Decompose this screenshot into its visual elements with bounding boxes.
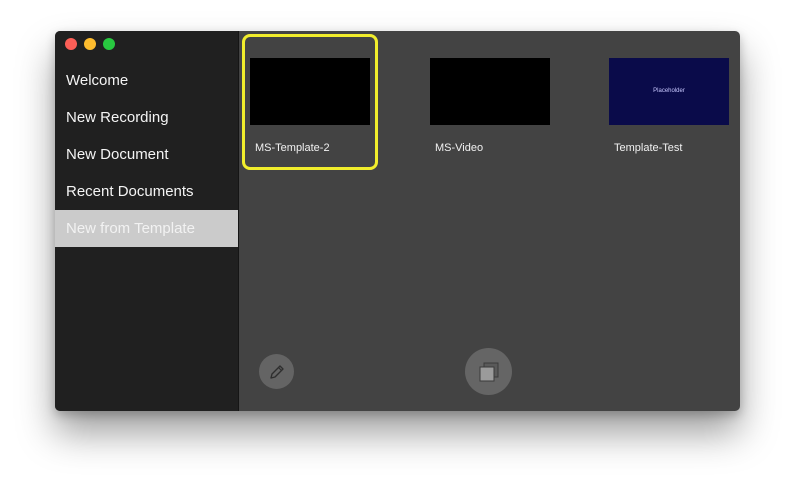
sidebar-item-welcome[interactable]: Welcome <box>55 62 238 99</box>
sidebar-item-recent-documents[interactable]: Recent Documents <box>55 173 238 210</box>
template-thumbnail <box>430 58 550 125</box>
duplicate-icon <box>479 362 498 381</box>
template-thumbnail: Placeholder <box>609 58 729 125</box>
sidebar-item-new-from-template[interactable]: New from Template <box>55 210 238 247</box>
minimize-window-button[interactable] <box>84 38 96 50</box>
sidebar-item-new-document[interactable]: New Document <box>55 136 238 173</box>
template-name: MS-Template-2 <box>255 142 330 154</box>
template-tile-template-test[interactable]: Placeholder Template-Test <box>604 37 734 167</box>
edit-template-button[interactable] <box>259 354 294 389</box>
sidebar: Welcome New Recording New Document Recen… <box>55 31 239 411</box>
close-window-button[interactable] <box>65 38 77 50</box>
template-tile-ms-video[interactable]: MS-Video <box>425 37 555 167</box>
template-name: MS-Video <box>435 142 484 154</box>
app-window: Welcome New Recording New Document Recen… <box>55 31 740 411</box>
sidebar-nav: Welcome New Recording New Document Recen… <box>55 62 238 247</box>
duplicate-template-button[interactable] <box>465 348 512 395</box>
maximize-window-button[interactable] <box>103 38 115 50</box>
pencil-icon <box>269 364 284 379</box>
window-controls <box>65 38 115 50</box>
template-thumbnail <box>250 58 370 125</box>
thumbnail-placeholder-text: Placeholder <box>653 88 685 94</box>
template-tile-ms-template-2[interactable]: MS-Template-2 <box>242 34 378 170</box>
sidebar-item-new-recording[interactable]: New Recording <box>55 99 238 136</box>
template-name: Template-Test <box>614 142 683 154</box>
